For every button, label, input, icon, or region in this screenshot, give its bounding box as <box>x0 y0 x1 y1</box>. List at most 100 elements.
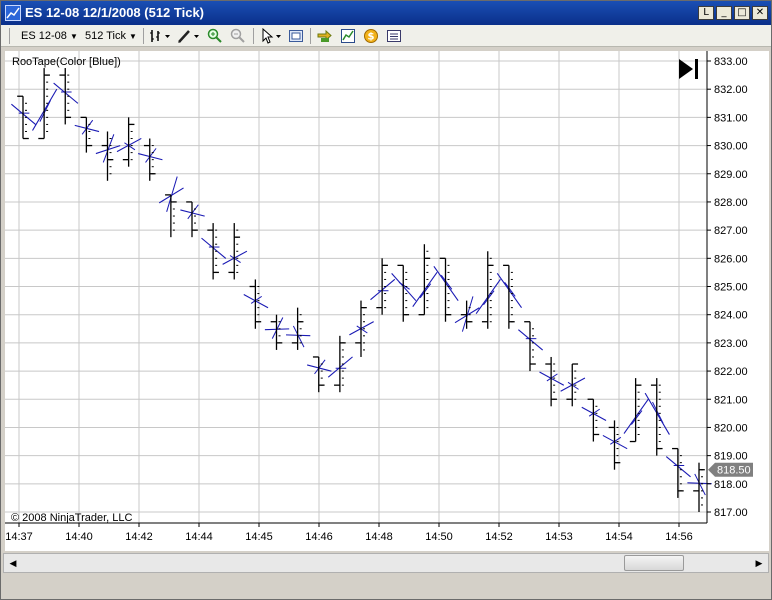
copyright-label: © 2008 NinjaTrader, LLC <box>11 512 132 524</box>
price-bar <box>418 244 431 316</box>
rootape-segment <box>440 274 453 290</box>
price-bar <box>165 194 177 238</box>
price-axis: 833.00 832.00 831.00 830.00 829.00 828.00 827.… <box>707 56 748 519</box>
title-bar[interactable]: ES 12-08 12/1/2008 (512 Tick) L _ □ ✕ <box>1 1 771 25</box>
chart-canvas[interactable]: 833.00 832.00 831.00 830.00 829.00 828.00 827.… <box>5 51 769 551</box>
price-bar <box>524 321 536 372</box>
rootape-segment <box>419 283 432 299</box>
price-tick-label: 819.00 <box>714 451 748 463</box>
rootape-segment <box>461 296 474 332</box>
price-bar <box>122 117 135 167</box>
price-tick-label: 826.00 <box>714 253 748 265</box>
price-tick-label: 827.00 <box>714 225 748 237</box>
rootape-segment <box>694 473 706 496</box>
zoom-in-icon[interactable] <box>207 28 223 44</box>
instrument-label: ES 12-08 <box>21 30 67 42</box>
rootape-segment <box>271 317 284 339</box>
zoom-out-icon[interactable] <box>230 28 246 44</box>
data-box-icon[interactable] <box>288 28 304 44</box>
bar-type-icon[interactable] <box>149 28 170 44</box>
price-chart[interactable]: 833.00 832.00 831.00 830.00 829.00 828.00 827.… <box>5 51 769 551</box>
time-tick-label: 14:54 <box>605 531 633 543</box>
strategy-icon[interactable]: $ <box>363 28 379 44</box>
chart-grid <box>5 51 707 523</box>
go-to-last-bar-icon[interactable] <box>679 59 698 79</box>
chart-indicators-icon[interactable] <box>340 28 356 44</box>
time-tick-label: 14:45 <box>245 531 273 543</box>
rootape-indicator <box>11 82 712 496</box>
rootape-segment <box>630 410 643 425</box>
rootape-segment <box>292 325 305 348</box>
price-tick-label: 823.00 <box>714 338 748 350</box>
svg-text:$: $ <box>368 32 375 43</box>
price-tick-label: 832.00 <box>714 84 748 96</box>
interval-label: 512 Tick <box>85 30 126 42</box>
drawing-pencil-icon[interactable] <box>177 28 199 44</box>
toolbar-separator <box>9 28 10 44</box>
indicator-label: RooTape(Color [Blue]) <box>12 56 121 68</box>
last-price-marker: 818.50 <box>708 462 753 477</box>
time-axis: 14:37 14:40 14:42 14:44 14:45 14:46 14:48 14:50… <box>5 523 693 543</box>
time-tick-label: 14:42 <box>125 531 153 543</box>
price-bar <box>693 462 705 512</box>
chart-toolbar: ES 12-08 ▼ 512 Tick ▼ $ <box>1 25 771 47</box>
price-bar <box>566 363 579 407</box>
price-tick-label: 821.00 <box>714 394 748 406</box>
price-bar <box>270 314 283 350</box>
link-button[interactable]: L <box>698 6 714 20</box>
scroll-thumb[interactable] <box>624 555 684 571</box>
price-bar <box>355 300 367 357</box>
price-bar <box>650 378 663 456</box>
price-tick-label: 820.00 <box>714 422 748 434</box>
time-tick-label: 14:37 <box>5 531 33 543</box>
toolbar-separator <box>253 28 254 44</box>
time-tick-label: 14:53 <box>545 531 573 543</box>
interval-selector[interactable]: 512 Tick ▼ <box>85 28 137 44</box>
time-tick-label: 14:50 <box>425 531 453 543</box>
price-tick-label: 829.00 <box>714 169 748 181</box>
toolbar-separator <box>143 28 144 44</box>
price-tick-label: 831.00 <box>714 112 748 124</box>
price-tick-label: 825.00 <box>714 282 748 294</box>
price-bar <box>439 257 452 322</box>
price-tick-label: 833.00 <box>714 56 748 68</box>
rootape-segment <box>39 100 51 122</box>
scroll-left-icon[interactable]: ◀ <box>5 555 21 571</box>
time-tick-label: 14:48 <box>365 531 393 543</box>
instrument-selector[interactable]: ES 12-08 ▼ <box>21 28 78 44</box>
app-chart-icon <box>5 5 21 21</box>
price-bar <box>629 378 642 443</box>
rootape-segment <box>652 401 664 424</box>
chart-window: ES 12-08 12/1/2008 (512 Tick) L _ □ ✕ ES… <box>0 0 772 600</box>
price-tick-label: 818.00 <box>714 479 748 491</box>
time-tick-label: 14:56 <box>665 531 693 543</box>
last-price-label: 818.50 <box>717 465 751 477</box>
pointer-icon[interactable] <box>260 27 281 44</box>
minimize-button[interactable]: _ <box>716 6 732 20</box>
price-bar <box>481 251 494 329</box>
price-bar <box>503 264 515 329</box>
rootape-segment <box>483 290 495 306</box>
maximize-button[interactable]: □ <box>734 6 750 20</box>
time-tick-label: 14:46 <box>305 531 333 543</box>
chevron-down-icon: ▼ <box>69 32 78 41</box>
price-tick-label: 822.00 <box>714 366 748 378</box>
price-tick-label: 830.00 <box>714 141 748 153</box>
price-tick-label: 828.00 <box>714 197 748 209</box>
window-title: ES 12-08 12/1/2008 (512 Tick) <box>25 5 204 20</box>
price-tick-label: 824.00 <box>714 310 748 322</box>
price-tick-label: 817.00 <box>714 507 748 519</box>
price-bars <box>17 68 705 512</box>
chevron-down-icon: ▼ <box>129 32 137 41</box>
horizontal-scrollbar[interactable]: ◀ ▶ <box>3 553 769 573</box>
scroll-right-icon[interactable]: ▶ <box>751 555 767 571</box>
properties-icon[interactable] <box>386 28 402 44</box>
instrument-swap-icon[interactable] <box>317 28 333 44</box>
rootape-segment <box>166 176 178 212</box>
time-tick-label: 14:40 <box>65 531 93 543</box>
status-bar <box>1 575 771 599</box>
price-bar <box>228 223 241 280</box>
toolbar-separator <box>310 28 311 44</box>
time-tick-label: 14:44 <box>185 531 213 543</box>
close-button[interactable]: ✕ <box>752 6 768 20</box>
